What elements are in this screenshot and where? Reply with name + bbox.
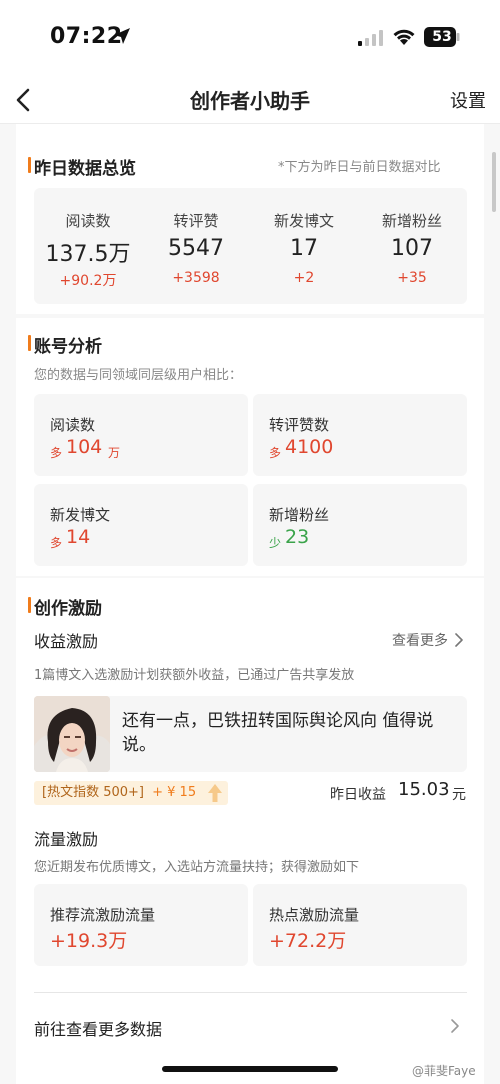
metric-value: 104 (66, 436, 103, 458)
metric-prefix: 多 (50, 446, 63, 460)
metric-prefix: 多 (269, 446, 282, 460)
metric-unit: 万 (108, 446, 121, 460)
metric-new-fans: 新增粉丝 少 23 (253, 484, 467, 566)
traffic-recommend: 推荐流激励流量 +19.3万 (34, 884, 248, 966)
metric-value: 4100 (285, 436, 334, 458)
chevron-right-icon[interactable] (454, 633, 464, 647)
status-bar: 07:22 53 (0, 0, 500, 76)
stat-value: 17 (290, 236, 318, 261)
content-area[interactable]: 昨日数据总览 *下方为昨日与前日数据对比 阅读数 137.5万 +90.2万 转… (0, 124, 500, 1084)
analysis-title: 账号分析 (28, 332, 102, 357)
incentive-title: 创作激励 (28, 594, 102, 619)
metric-label: 转评赞数 (269, 416, 330, 434)
metric-engagement: 转评赞数 多 4100 (253, 394, 467, 476)
post-text: 还有一点，巴铁扭转国际舆论风向 值得说说。 (122, 711, 434, 755)
battery-icon: 53 (424, 27, 460, 47)
overview-hint: *下方为昨日与前日数据对比 (278, 160, 441, 175)
scrollbar[interactable] (492, 152, 496, 212)
stat-new-fans: 新增粉丝 107 +35 (358, 188, 466, 304)
metric-label: 阅读数 (50, 416, 96, 434)
wifi-icon (393, 29, 415, 45)
hot-index-label: [热文指数 500+] (42, 785, 144, 800)
yesterday-earnings-value: 15.03 (398, 779, 450, 800)
settings-button[interactable]: 设置 (450, 87, 486, 113)
stat-delta: +2 (293, 270, 315, 286)
stat-delta: +3598 (172, 270, 220, 286)
hot-reward: + ¥ 15 (152, 785, 197, 800)
stat-value: 137.5万 (45, 242, 131, 267)
metric-label: 新发博文 (50, 506, 111, 524)
metric-label: 新增粉丝 (269, 506, 330, 524)
divider (34, 992, 467, 993)
traffic-description: 您近期发布优质博文，入选站方流量扶持；获得激励如下 (34, 860, 360, 875)
revenue-description: 1篇博文入选激励计划获额外收益，已通过广告共享发放 (34, 668, 355, 683)
traffic-value: +19.3万 (50, 930, 128, 952)
post-thumbnail (34, 696, 110, 772)
overview-title: 昨日数据总览 (28, 154, 136, 179)
stat-engagement: 转评赞 5547 +3598 (142, 188, 250, 304)
stat-label: 新发博文 (273, 212, 334, 230)
home-indicator[interactable] (162, 1066, 338, 1072)
metric-new-posts: 新发博文 多 14 (34, 484, 248, 566)
stat-label: 转评赞 (173, 212, 219, 230)
traffic-hotspot: 热点激励流量 +72.2万 (253, 884, 467, 966)
traffic-heading: 流量激励 (34, 830, 99, 849)
hot-index-badge: [热文指数 500+] + ¥ 15 (34, 781, 229, 805)
metric-prefix: 多 (50, 536, 63, 550)
stat-delta: +35 (397, 270, 427, 286)
stat-new-posts: 新发博文 17 +2 (250, 188, 358, 304)
stat-label: 新增粉丝 (381, 212, 442, 230)
yesterday-earnings-label: 昨日收益 (330, 787, 386, 803)
stat-read: 阅读数 137.5万 +90.2万 (34, 188, 142, 304)
page-title: 创作者小助手 (190, 89, 310, 113)
traffic-value: +72.2万 (269, 930, 347, 952)
stat-value: 5547 (168, 236, 224, 261)
stat-label: 阅读数 (65, 212, 111, 230)
yesterday-earnings-unit: 元 (452, 787, 466, 803)
metric-read: 阅读数 多 104 万 (34, 394, 248, 476)
stats-box: 阅读数 137.5万 +90.2万 转评赞 5547 +3598 新发博文 17… (34, 188, 467, 304)
traffic-label: 热点激励流量 (269, 906, 360, 924)
stat-value: 107 (391, 236, 433, 261)
metric-value: 23 (285, 526, 310, 548)
signal-icon (358, 30, 383, 46)
watermark: @菲斐Faye (412, 1064, 476, 1078)
analysis-subtitle: 您的数据与同领域同层级用户相比： (34, 368, 243, 383)
up-arrow-icon (208, 784, 223, 802)
metric-prefix: 少 (269, 536, 282, 550)
more-data-link[interactable]: 前往查看更多数据 (34, 1016, 162, 1040)
traffic-label: 推荐流激励流量 (50, 906, 156, 924)
battery-level: 53 (432, 29, 452, 45)
view-more-link[interactable]: 查看更多 (392, 630, 448, 650)
revenue-heading: 收益激励 (34, 632, 99, 651)
nav-bar: 创作者小助手 设置 (0, 76, 500, 124)
account-analysis-card: 账号分析 您的数据与同领域同层级用户相比： 阅读数 多 104 万 转评赞数 多… (16, 318, 484, 576)
metric-value: 14 (66, 526, 91, 548)
incentive-post[interactable]: 还有一点，巴铁扭转国际舆论风向 值得说说。 (34, 696, 467, 772)
chevron-right-icon[interactable] (450, 1018, 460, 1034)
incentive-card: 创作激励 收益激励 查看更多 1篇博文入选激励计划获额外收益，已通过广告共享发放 (16, 578, 484, 1084)
stat-delta: +90.2万 (59, 273, 117, 289)
location-arrow-icon (114, 28, 130, 44)
overview-card: 昨日数据总览 *下方为昨日与前日数据对比 阅读数 137.5万 +90.2万 转… (16, 124, 484, 314)
